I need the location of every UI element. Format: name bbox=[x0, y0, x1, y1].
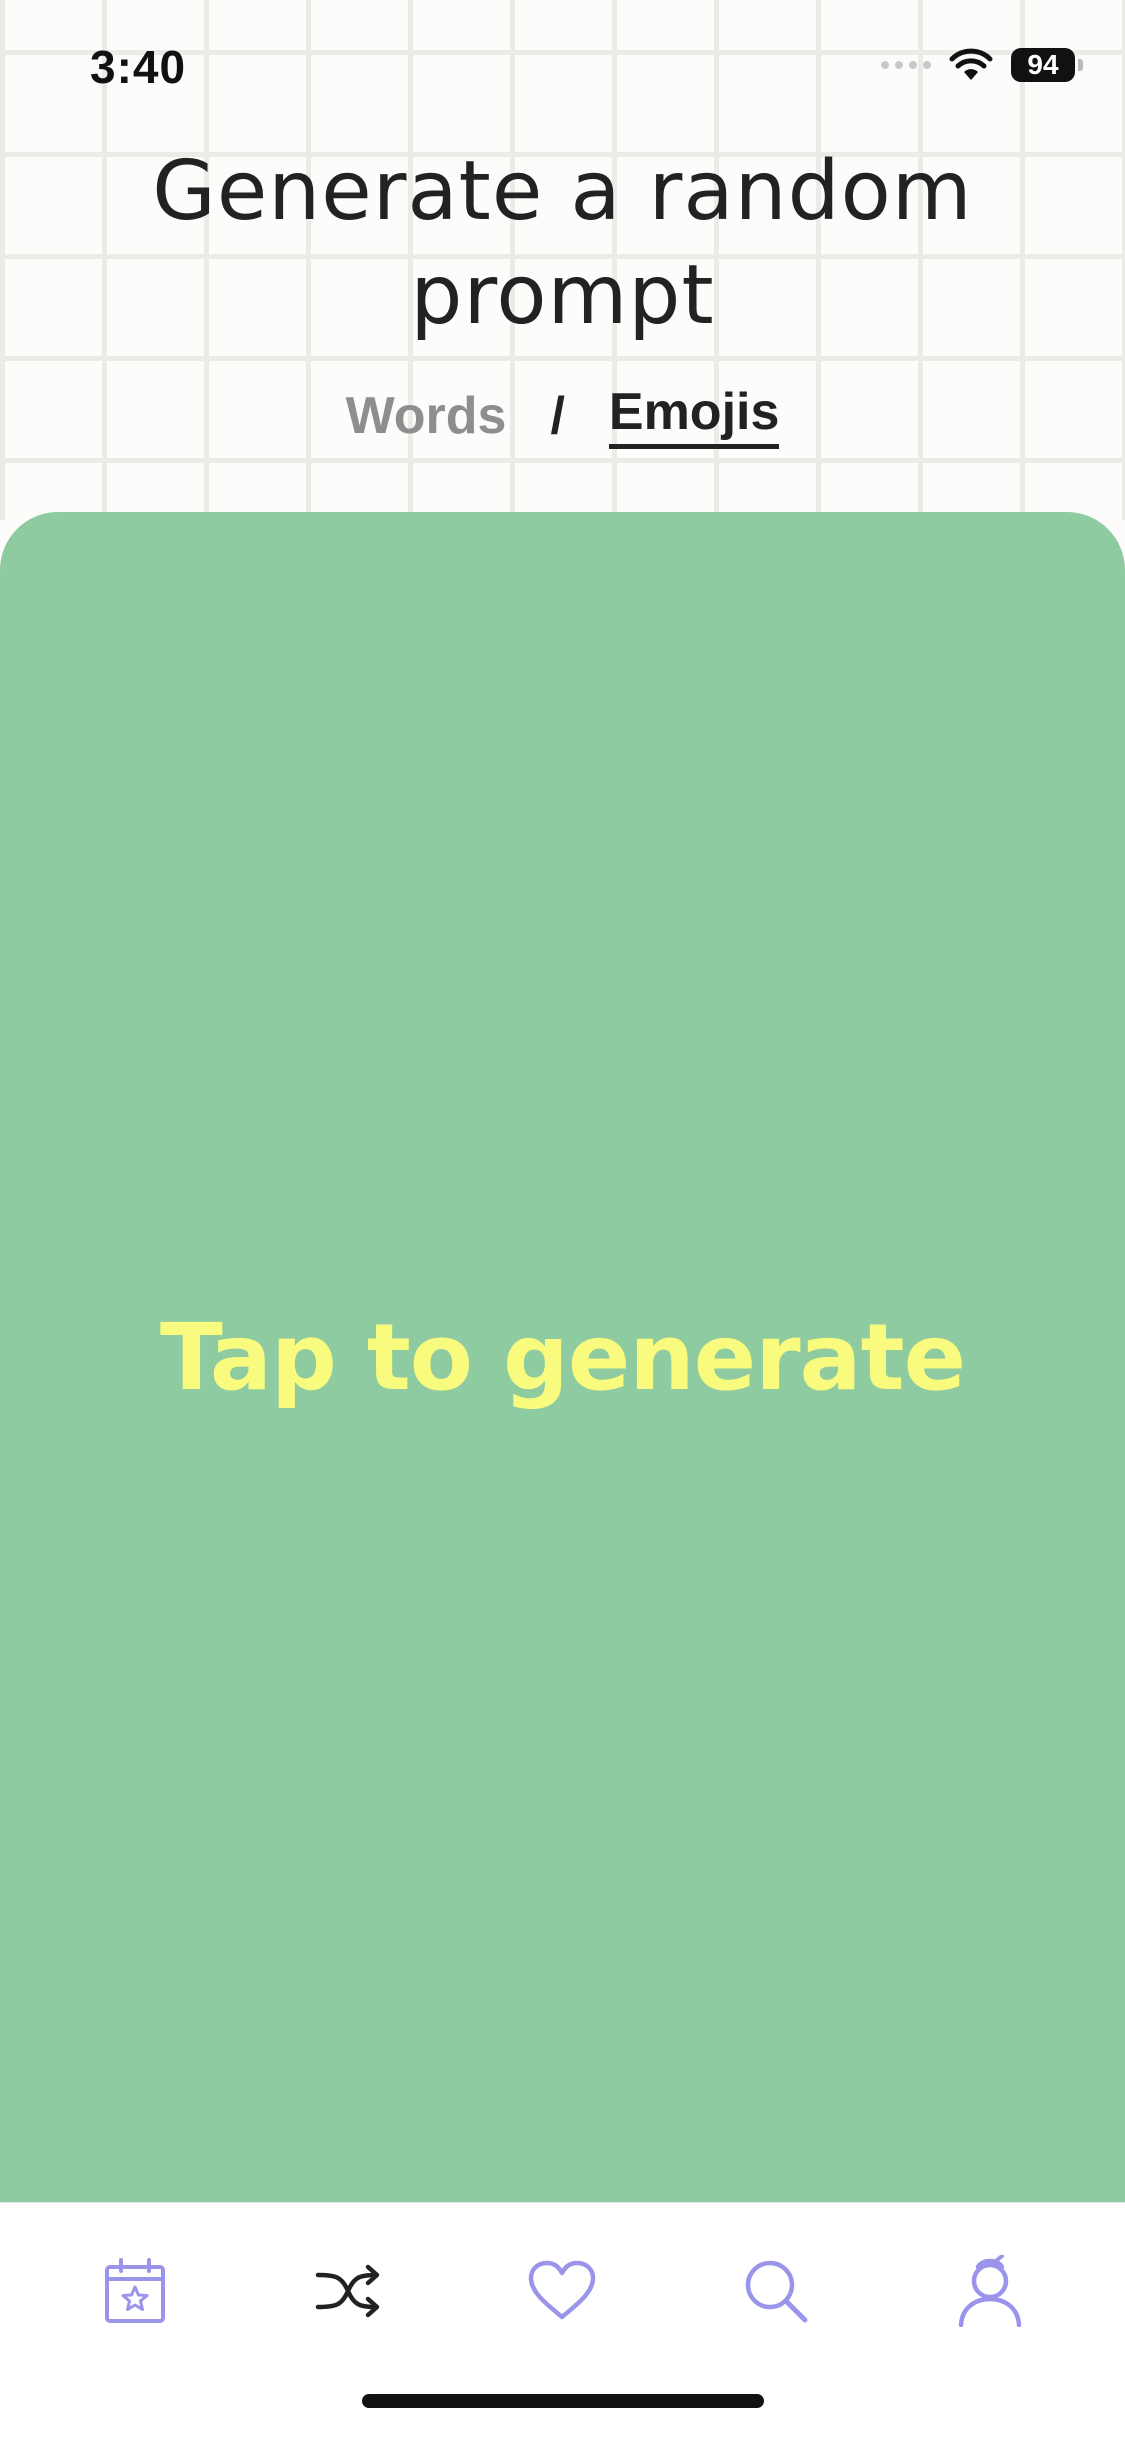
mode-emojis-tab[interactable]: Emojis bbox=[608, 382, 780, 449]
battery-level: 94 bbox=[1011, 48, 1075, 82]
mode-separator: / bbox=[550, 386, 565, 445]
wifi-icon bbox=[949, 48, 993, 80]
shuffle-icon bbox=[315, 2264, 379, 2318]
home-indicator[interactable] bbox=[362, 2394, 764, 2408]
tab-profile[interactable] bbox=[930, 2241, 1050, 2341]
tab-calendar[interactable] bbox=[75, 2241, 195, 2341]
cellular-signal-icon bbox=[881, 61, 931, 69]
tab-favorites[interactable] bbox=[502, 2241, 622, 2341]
generate-card-label: Tap to generate bbox=[159, 1303, 966, 1411]
status-icons: 94 bbox=[881, 48, 1083, 82]
calendar-star-icon bbox=[104, 2258, 165, 2323]
profile-icon bbox=[958, 2255, 1022, 2327]
mode-toggle: Words / Emojis bbox=[0, 382, 1125, 449]
mode-words-tab[interactable]: Words bbox=[346, 386, 507, 446]
tab-shuffle[interactable] bbox=[289, 2241, 409, 2341]
search-icon bbox=[746, 2260, 808, 2323]
generate-card[interactable]: Tap to generate bbox=[0, 512, 1125, 2202]
status-time: 3:40 bbox=[90, 41, 187, 93]
status-bar: 3:40 94 bbox=[0, 0, 1125, 140]
tab-search[interactable] bbox=[716, 2241, 836, 2341]
page-title: Generate a random prompt bbox=[152, 144, 973, 343]
heart-icon bbox=[529, 2260, 596, 2320]
battery-icon: 94 bbox=[1011, 48, 1083, 82]
